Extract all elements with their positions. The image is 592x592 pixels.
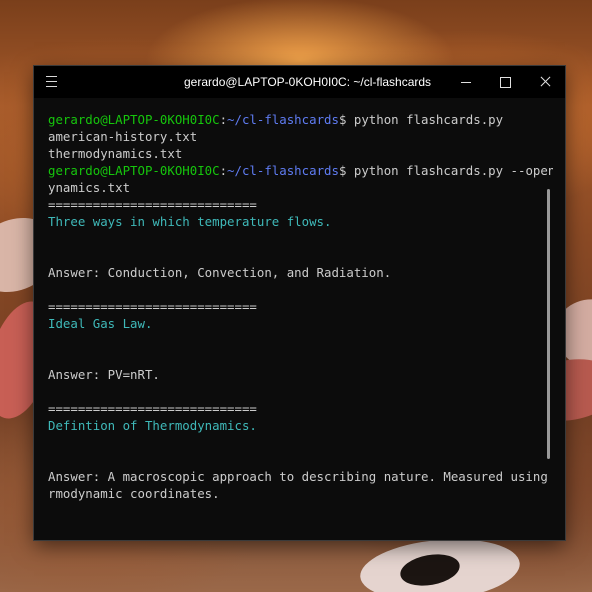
prompt-path: ~/cl-flashcards bbox=[227, 112, 339, 127]
maximize-icon bbox=[500, 77, 511, 88]
card-answer: Answer: Conduction, Convection, and Radi… bbox=[48, 265, 392, 280]
card-answer-wrap: rmodynamic coordinates. bbox=[48, 486, 220, 501]
prompt-separator: : bbox=[219, 163, 228, 178]
card-question: Defintion of Thermodynamics. bbox=[48, 418, 257, 433]
prompt-separator: : bbox=[219, 112, 228, 127]
minimize-icon bbox=[461, 82, 471, 83]
maximize-button[interactable] bbox=[486, 66, 524, 98]
prompt-symbol: $ bbox=[338, 163, 354, 178]
terminal-output[interactable]: gerardo@LAPTOP-0KOH0I0C:~/cl-flashcards$… bbox=[48, 111, 553, 531]
card-separator: ============================ bbox=[48, 299, 257, 314]
command-wrap-line: ynamics.txt bbox=[48, 180, 131, 195]
prompt-user: gerardo@LAPTOP-0KOH0I0C bbox=[48, 163, 220, 178]
close-icon bbox=[539, 76, 551, 88]
output-line: american-history.txt bbox=[48, 129, 198, 144]
card-separator: ============================ bbox=[48, 197, 257, 212]
card-answer: Answer: PV=nRT. bbox=[48, 367, 160, 382]
card-question: Three ways in which temperature flows. bbox=[48, 214, 332, 229]
hamburger-icon[interactable] bbox=[46, 76, 58, 87]
minimize-button[interactable] bbox=[447, 66, 485, 98]
title-bar[interactable]: gerardo@LAPTOP-0KOH0I0C: ~/cl-flashcards bbox=[34, 66, 565, 98]
prompt-symbol: $ bbox=[338, 112, 354, 127]
close-button[interactable] bbox=[526, 66, 564, 98]
card-separator: ============================ bbox=[48, 401, 257, 416]
output-line: thermodynamics.txt bbox=[48, 146, 183, 161]
prompt-path: ~/cl-flashcards bbox=[227, 163, 339, 178]
command-text: python flashcards.py bbox=[353, 112, 504, 127]
vertical-scrollbar[interactable] bbox=[547, 189, 550, 459]
prompt-user: gerardo@LAPTOP-0KOH0I0C bbox=[48, 112, 220, 127]
card-question: Ideal Gas Law. bbox=[48, 316, 153, 331]
card-answer: Answer: A macroscopic approach to descri… bbox=[48, 469, 553, 484]
prompt-line: gerardo@LAPTOP-0KOH0I0C:~/cl-flashcards$… bbox=[48, 162, 553, 179]
prompt-line: gerardo@LAPTOP-0KOH0I0C:~/cl-flashcards$… bbox=[48, 111, 553, 128]
command-text: python flashcards.py --openfil bbox=[353, 163, 553, 178]
window-title: gerardo@LAPTOP-0KOH0I0C: ~/cl-flashcards bbox=[184, 75, 432, 89]
terminal-window[interactable]: gerardo@LAPTOP-0KOH0I0C: ~/cl-flashcards… bbox=[34, 66, 565, 540]
